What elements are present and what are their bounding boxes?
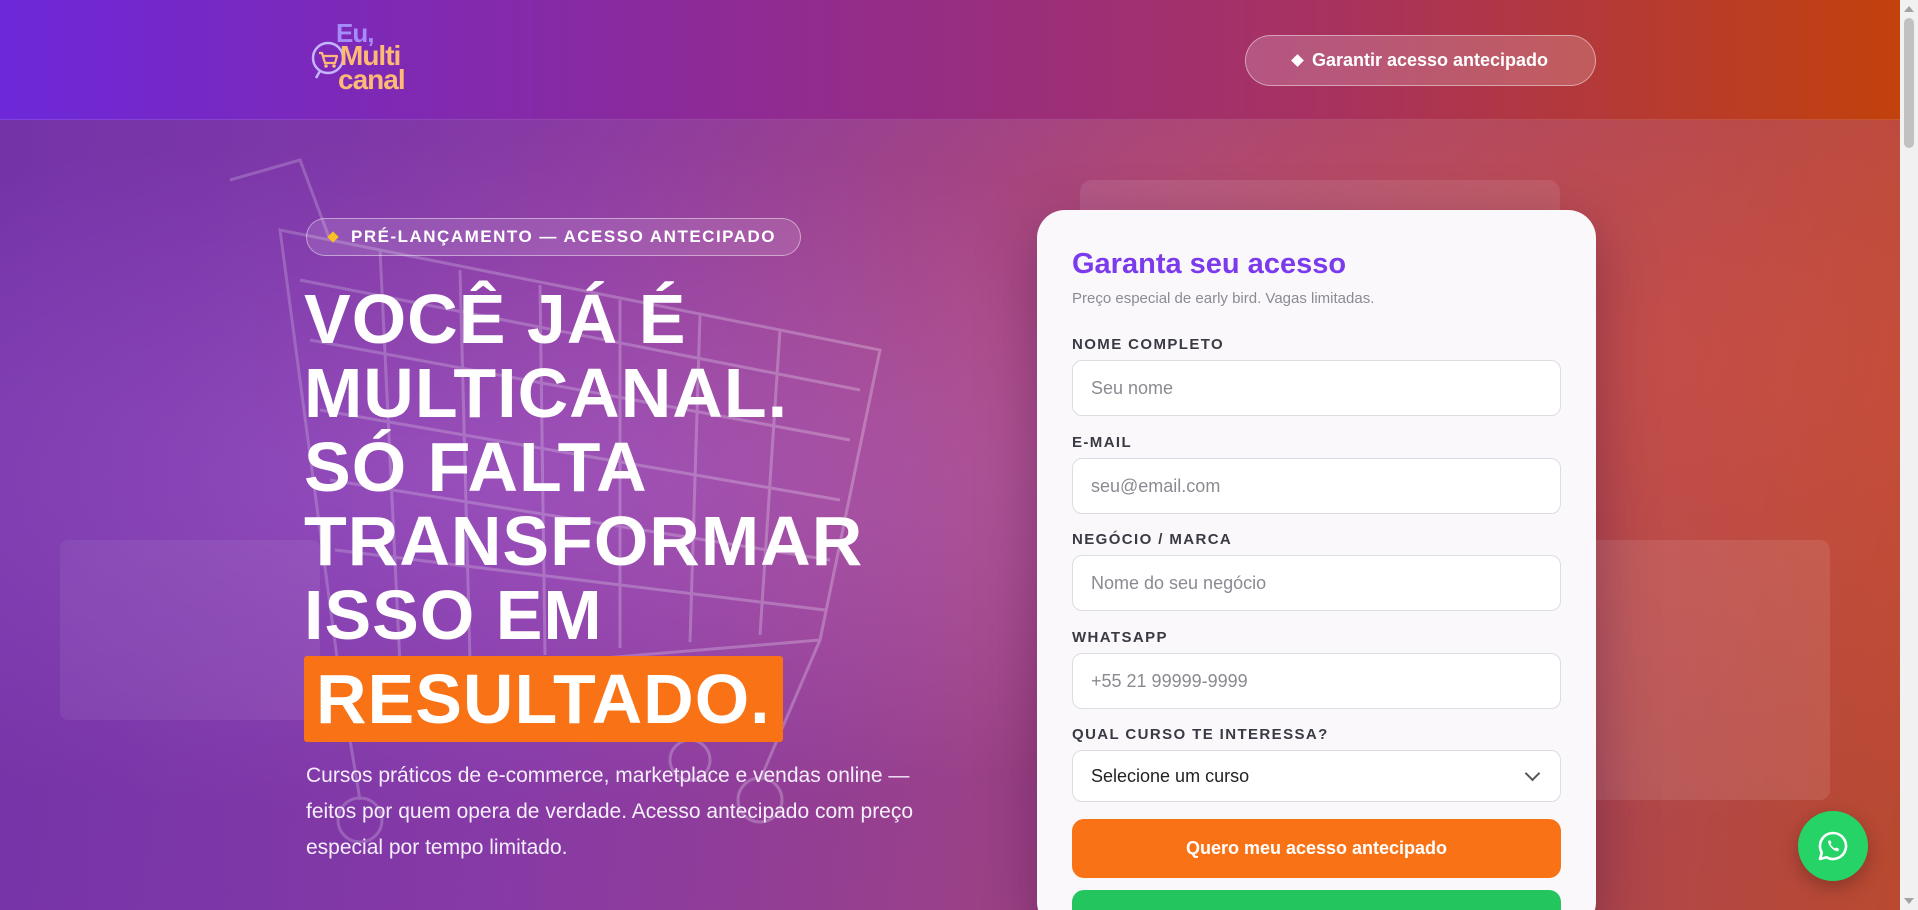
hero-overlay xyxy=(0,120,1900,910)
name-label: NOME COMPLETO xyxy=(1072,336,1225,353)
diamond-icon xyxy=(327,231,339,243)
business-input[interactable] xyxy=(1072,555,1561,611)
name-input[interactable] xyxy=(1072,360,1561,416)
diamond-icon xyxy=(1291,54,1304,67)
course-select-value: Selecione um curso xyxy=(1091,765,1250,786)
whatsapp-label: WHATSAPP xyxy=(1072,629,1168,646)
scroll-down-arrow-icon[interactable] xyxy=(1904,898,1914,904)
hero-headline: VOCÊ JÁ É MULTICANAL. SÓ FALTA TRANSFORM… xyxy=(304,282,924,742)
hero-section xyxy=(0,120,1900,910)
headline-line: ISSO EM xyxy=(304,576,603,654)
page-scrollbar[interactable] xyxy=(1900,0,1918,910)
early-access-header-label: Garantir acesso antecipado xyxy=(1311,50,1549,70)
headline-line: TRANSFORMAR xyxy=(304,502,864,580)
signup-form-card: Garanta seu acesso Preço especial de ear… xyxy=(1037,210,1596,910)
logo-text-canal: canal xyxy=(338,64,406,95)
course-select[interactable]: Selecione um curso xyxy=(1072,750,1561,802)
email-label: E-MAIL xyxy=(1072,434,1133,451)
prelaunch-badge-label: PRÉ-LANÇAMENTO — ACESSO ANTECIPADO xyxy=(351,227,777,246)
course-label: QUAL CURSO TE INTERESSA? xyxy=(1072,726,1329,743)
prelaunch-badge: PRÉ-LANÇAMENTO — ACESSO ANTECIPADO xyxy=(306,218,802,256)
whatsapp-group-button[interactable] xyxy=(1072,890,1561,910)
headline-line: VOCÊ JÁ É xyxy=(304,280,687,358)
early-access-header-button[interactable]: Garantir acesso antecipado xyxy=(1245,35,1596,86)
headline-line: SÓ FALTA xyxy=(304,428,648,506)
chevron-down-icon xyxy=(1524,765,1541,782)
hero-subtext: Cursos práticos de e-commerce, marketpla… xyxy=(306,764,914,859)
whatsapp-icon xyxy=(1818,831,1848,861)
scrollbar-thumb[interactable] xyxy=(1904,18,1914,148)
form-title: Garanta seu acesso xyxy=(1072,248,1347,280)
submit-button[interactable]: Quero meu acesso antecipado xyxy=(1072,819,1561,878)
headline-highlight: RESULTADO. xyxy=(304,656,783,742)
business-label: NEGÓCIO / MARCA xyxy=(1072,531,1233,548)
site-header: Eu, Multi canal Garantir acesso antecipa… xyxy=(0,0,1900,120)
whatsapp-input[interactable] xyxy=(1072,653,1561,709)
whatsapp-float-button[interactable] xyxy=(1798,811,1868,881)
headline-line: MULTICANAL. xyxy=(304,354,789,432)
logo[interactable]: Eu, Multi canal xyxy=(310,18,410,96)
scroll-up-arrow-icon[interactable] xyxy=(1904,6,1914,12)
form-subtitle: Preço especial de early bird. Vagas limi… xyxy=(1072,290,1375,307)
email-input[interactable] xyxy=(1072,458,1561,514)
